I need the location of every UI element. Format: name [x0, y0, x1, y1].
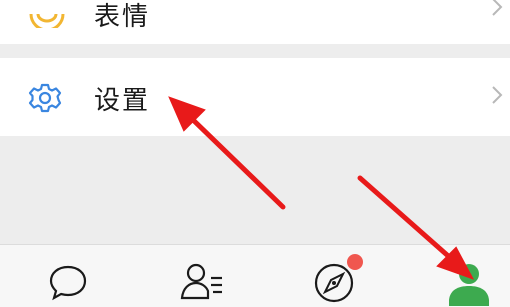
annotation-arrow-to-settings [185, 112, 286, 210]
annotation-arrow-to-me-tab [357, 175, 458, 265]
annotation-arrows [168, 96, 475, 280]
